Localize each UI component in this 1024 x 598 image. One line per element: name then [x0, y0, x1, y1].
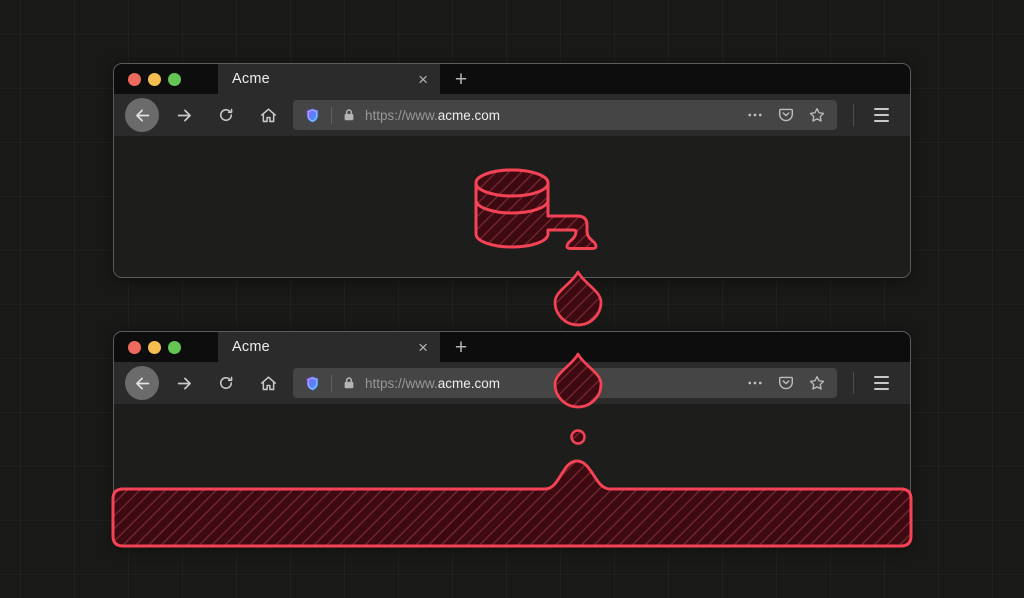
falling-drop-1 [555, 272, 601, 325]
menu-button[interactable] [863, 366, 899, 400]
pocket-icon [777, 374, 795, 392]
refresh-icon [217, 374, 235, 392]
hamburger-icon [874, 376, 889, 378]
urlbar-divider [331, 107, 332, 124]
browser-window-top: Acme × + [113, 63, 911, 278]
tab-bar: Acme × + [114, 332, 910, 362]
browser-window-bottom: Acme × + [113, 331, 911, 546]
urlbar-divider [331, 375, 332, 392]
tab-acme[interactable]: Acme × [218, 64, 440, 94]
refresh-icon [217, 106, 235, 124]
menu-button[interactable] [863, 98, 899, 132]
back-arrow-icon [133, 374, 152, 393]
tracking-protection-shield-icon[interactable] [304, 375, 321, 392]
bookmark-button[interactable] [808, 374, 826, 392]
minimize-window-button[interactable] [148, 73, 161, 86]
back-button[interactable] [125, 98, 159, 132]
pocket-button[interactable] [777, 374, 795, 392]
tab-acme[interactable]: Acme × [218, 332, 440, 362]
url-protocol: https://www. [365, 376, 438, 391]
home-button[interactable] [251, 98, 285, 132]
minimize-window-button[interactable] [148, 341, 161, 354]
new-tab-button[interactable]: + [440, 332, 482, 362]
url-bar[interactable]: https://www.acme.com [293, 368, 837, 398]
zoom-window-button[interactable] [168, 341, 181, 354]
tracking-protection-shield-icon[interactable] [304, 107, 321, 124]
three-dots-icon [746, 374, 764, 392]
page-content-bottom [114, 404, 910, 545]
toolbar-divider [853, 104, 854, 126]
traffic-lights [114, 332, 218, 362]
three-dots-icon [746, 106, 764, 124]
refresh-button[interactable] [209, 98, 243, 132]
pocket-button[interactable] [777, 106, 795, 124]
lock-icon[interactable] [342, 376, 356, 390]
nav-button-group [125, 98, 285, 132]
url-text: https://www.acme.com [365, 376, 500, 391]
traffic-lights [114, 64, 218, 94]
star-icon [808, 374, 826, 392]
refresh-button[interactable] [209, 366, 243, 400]
desktop-background: Acme × + [0, 0, 1024, 598]
close-window-button[interactable] [128, 341, 141, 354]
tab-close-icon[interactable]: × [416, 71, 430, 88]
bookmark-button[interactable] [808, 106, 826, 124]
close-window-button[interactable] [128, 73, 141, 86]
forward-button[interactable] [167, 98, 201, 132]
toolbar-divider [853, 372, 854, 394]
tab-close-icon[interactable]: × [416, 339, 430, 356]
url-protocol: https://www. [365, 108, 438, 123]
nav-button-group [125, 366, 285, 400]
tab-title: Acme [232, 71, 416, 87]
tab-title: Acme [232, 339, 416, 355]
page-actions-button[interactable] [746, 374, 764, 392]
new-tab-button[interactable]: + [440, 64, 482, 94]
home-icon [259, 374, 278, 393]
star-icon [808, 106, 826, 124]
url-text: https://www.acme.com [365, 108, 500, 123]
lock-icon[interactable] [342, 108, 356, 122]
forward-arrow-icon [175, 106, 194, 125]
pocket-icon [777, 106, 795, 124]
navigation-toolbar: https://www.acme.com [114, 362, 910, 404]
url-domain: acme.com [438, 376, 500, 391]
back-button[interactable] [125, 366, 159, 400]
url-bar[interactable]: https://www.acme.com [293, 100, 837, 130]
navigation-toolbar: https://www.acme.com [114, 94, 910, 136]
page-actions-button[interactable] [746, 106, 764, 124]
url-domain: acme.com [438, 108, 500, 123]
back-arrow-icon [133, 106, 152, 125]
page-content-top [114, 136, 910, 277]
forward-arrow-icon [175, 374, 194, 393]
home-icon [259, 106, 278, 125]
home-button[interactable] [251, 366, 285, 400]
tab-bar: Acme × + [114, 64, 910, 94]
zoom-window-button[interactable] [168, 73, 181, 86]
forward-button[interactable] [167, 366, 201, 400]
hamburger-icon [874, 108, 889, 110]
